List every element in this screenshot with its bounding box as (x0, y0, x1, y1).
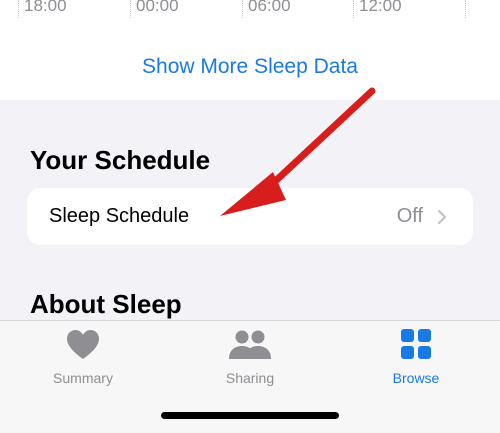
tab-browse-label: Browse (392, 370, 440, 386)
axis-gridline (353, 0, 354, 18)
tab-bar: Summary Sharing Browse (0, 320, 500, 433)
axis-gridline (465, 0, 466, 18)
sleep-schedule-row[interactable]: Sleep Schedule Off (27, 188, 473, 245)
axis-tick-label: 18:00 (24, 0, 67, 15)
tab-sharing-label: Sharing (225, 370, 275, 386)
axis-gridline (130, 0, 131, 18)
grid-icon (401, 329, 431, 359)
heart-icon (67, 330, 99, 359)
home-indicator[interactable] (161, 412, 339, 419)
tab-browse[interactable]: Browse (333, 321, 499, 401)
sleep-schedule-status: Off (396, 205, 423, 227)
sleep-schedule-label: Sleep Schedule (49, 205, 190, 227)
axis-gridline (18, 0, 19, 18)
chevron-right-icon (437, 209, 447, 225)
people-icon (229, 330, 271, 359)
axis-tick-label: 00:00 (136, 0, 179, 15)
axis-tick-label: 12:00 (359, 0, 402, 15)
your-schedule-heading: Your Schedule (30, 145, 211, 175)
chart-time-axis: 18:00 00:00 06:00 12:00 (0, 0, 500, 22)
about-sleep-heading: About Sleep (30, 289, 182, 319)
sleep-chart-card: 18:00 00:00 06:00 12:00 Show More Sleep … (0, 0, 500, 100)
show-more-sleep-data-link[interactable]: Show More Sleep Data (0, 55, 500, 79)
axis-tick-label: 06:00 (248, 0, 291, 15)
tab-summary[interactable]: Summary (0, 321, 166, 401)
axis-gridline (242, 0, 243, 18)
tab-sharing[interactable]: Sharing (167, 321, 333, 401)
tab-summary-label: Summary (53, 370, 113, 386)
